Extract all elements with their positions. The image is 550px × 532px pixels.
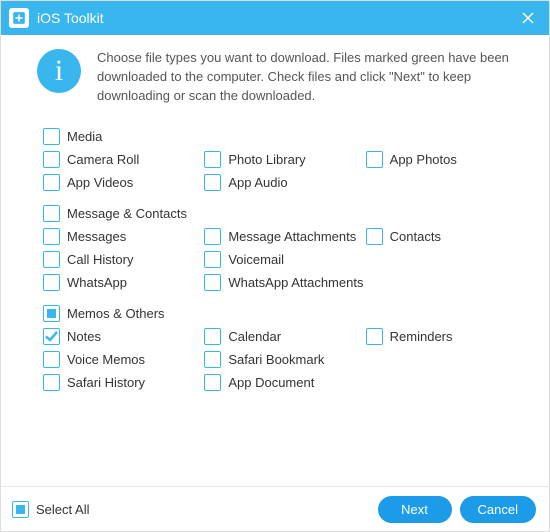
info-icon: i — [37, 49, 81, 93]
window-title: iOS Toolkit — [37, 10, 517, 26]
group-memos-others-label: Memos & Others — [67, 306, 165, 321]
checkbox-safari-bookmark[interactable]: Safari Bookmark — [204, 351, 365, 368]
checkbox-message-attachments[interactable]: Message Attachments — [204, 228, 365, 245]
checkbox-contacts[interactable]: Contacts — [366, 228, 527, 245]
select-all-label: Select All — [36, 502, 89, 517]
checkbox-app-document[interactable]: App Document — [204, 374, 365, 391]
checkbox-photo-library[interactable]: Photo Library — [204, 151, 365, 168]
checkbox-call-history[interactable]: Call History — [43, 251, 204, 268]
checkbox-app-videos[interactable]: App Videos — [43, 174, 204, 191]
content-area: i Choose file types you want to download… — [1, 35, 549, 391]
group-media-checkbox[interactable]: Media — [43, 128, 527, 145]
select-all-checkbox[interactable]: Select All — [12, 501, 89, 518]
cancel-button[interactable]: Cancel — [460, 496, 536, 523]
checkbox-reminders[interactable]: Reminders — [366, 328, 527, 345]
group-message-contacts-checkbox[interactable]: Message & Contacts — [43, 205, 527, 222]
group-memos-others-checkbox[interactable]: Memos & Others — [43, 305, 527, 322]
intro-row: i Choose file types you want to download… — [23, 49, 527, 106]
checkbox-safari-history[interactable]: Safari History — [43, 374, 204, 391]
group-message-contacts: Message & Contacts Messages Message Atta… — [23, 205, 527, 291]
checkbox-app-audio[interactable]: App Audio — [204, 174, 365, 191]
titlebar: iOS Toolkit — [1, 1, 549, 35]
checkbox-calendar[interactable]: Calendar — [204, 328, 365, 345]
group-media: Media Camera Roll Photo Library App Phot… — [23, 128, 527, 191]
checkbox-voicemail[interactable]: Voicemail — [204, 251, 365, 268]
app-icon — [9, 8, 29, 28]
checkbox-voice-memos[interactable]: Voice Memos — [43, 351, 204, 368]
intro-text: Choose file types you want to download. … — [97, 49, 527, 106]
checkbox-notes[interactable]: Notes — [43, 328, 204, 345]
group-message-contacts-label: Message & Contacts — [67, 206, 187, 221]
checkbox-messages[interactable]: Messages — [43, 228, 204, 245]
close-icon[interactable] — [517, 7, 539, 29]
checkbox-whatsapp[interactable]: WhatsApp — [43, 274, 204, 291]
group-memos-others: Memos & Others Notes Calendar Reminders … — [23, 305, 527, 391]
next-button[interactable]: Next — [378, 496, 452, 523]
checkbox-app-photos[interactable]: App Photos — [366, 151, 527, 168]
group-media-label: Media — [67, 129, 102, 144]
checkbox-whatsapp-attachments[interactable]: WhatsApp Attachments — [204, 274, 365, 291]
checkbox-camera-roll[interactable]: Camera Roll — [43, 151, 204, 168]
footer-bar: Select All Next Cancel — [0, 486, 550, 532]
